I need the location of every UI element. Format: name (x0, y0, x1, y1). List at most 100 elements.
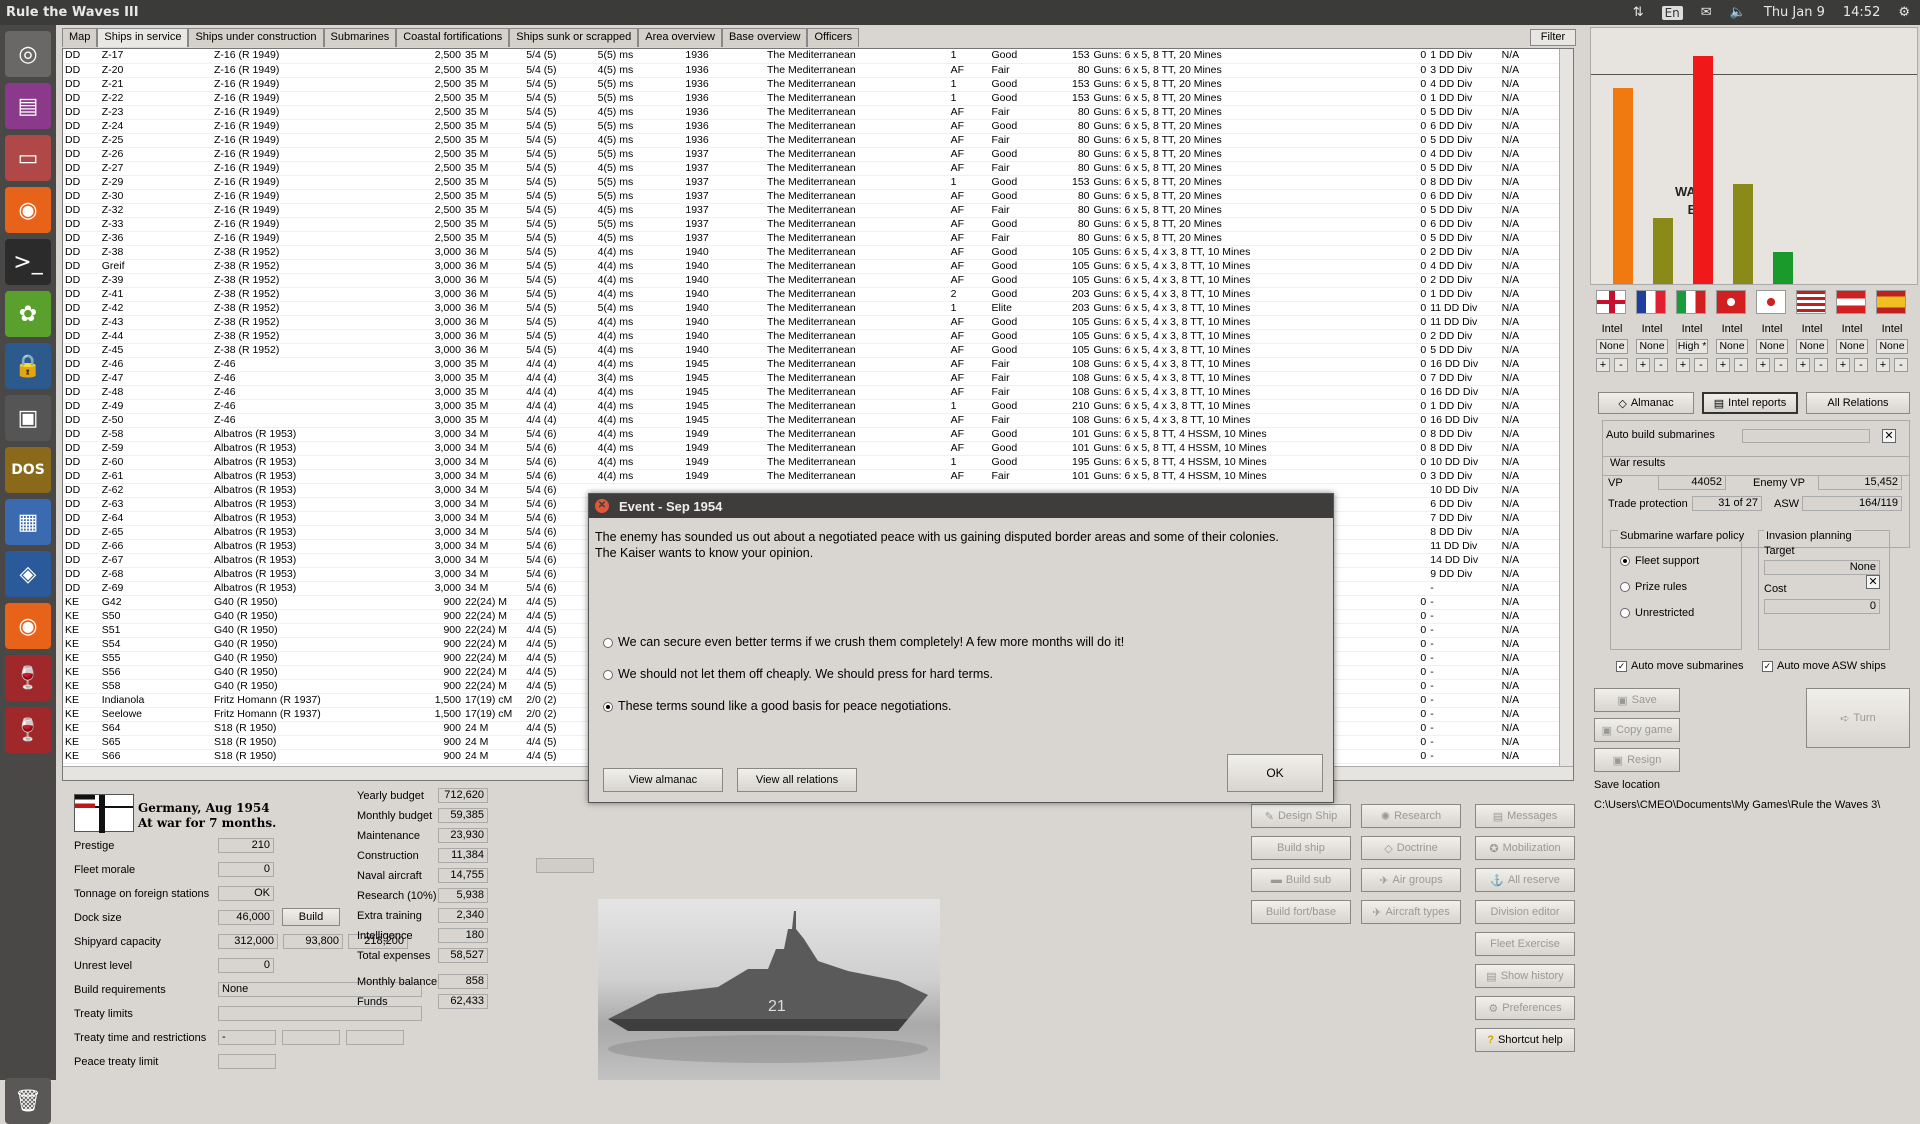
flag-austria-hungary[interactable] (1716, 290, 1746, 314)
option-crush-radio[interactable] (603, 637, 613, 648)
mobilization-button[interactable]: ✪ Mobilization (1475, 836, 1575, 860)
filter-button[interactable]: Filter (1530, 29, 1576, 46)
table-row[interactable]: DD Z-59 Albatros (R 1953) 3,000 34 M 5/4 (6) 4… (63, 441, 1561, 456)
wine-icon[interactable]: 🍷 (5, 655, 51, 701)
show-history-button[interactable]: ▤ Show history (1475, 964, 1575, 988)
tab-area-overview[interactable]: Area overview (638, 28, 722, 47)
table-row[interactable]: DD Z-47 Z-46 3,000 35 M 4/4 (4) 3(4) ms 1945 The… (63, 371, 1561, 386)
policy-unrestricted[interactable]: Unrestricted (1620, 607, 1694, 619)
clock-date[interactable]: Thu Jan 9 (1764, 5, 1825, 20)
fleet-exercise-button[interactable]: Fleet Exercise (1475, 932, 1575, 956)
view-all-relations-button[interactable]: View all relations (737, 768, 857, 792)
table-row[interactable]: DD Z-39 Z-38 (R 1952) 3,000 36 M 5/4 (5) 4(4) … (63, 273, 1561, 288)
trash-icon[interactable]: 🗑 (5, 1078, 51, 1124)
auto-move-asw[interactable]: ✓ Auto move ASW ships (1762, 660, 1886, 672)
document-icon[interactable]: ▦ (5, 499, 51, 545)
build-fort-button[interactable]: Build fort/base (1251, 900, 1351, 924)
intel-plus-button[interactable]: + (1636, 358, 1650, 372)
lock-icon[interactable]: 🔒 (5, 343, 51, 389)
policy-prize-rules-radio[interactable] (1620, 582, 1630, 593)
intel-minus-button[interactable]: - (1894, 358, 1908, 372)
table-row[interactable]: DD Z-43 Z-38 (R 1952) 3,000 36 M 5/4 (5) 4(4) … (63, 315, 1561, 330)
table-row[interactable]: DD Z-27 Z-16 (R 1949) 2,500 35 M 5/4 (5) 4(5) … (63, 161, 1561, 176)
file-manager-icon[interactable]: ▭ (5, 135, 51, 181)
table-row[interactable]: DD Z-26 Z-16 (R 1949) 2,500 35 M 5/4 (5) 5(5) … (63, 147, 1561, 162)
tab-ships-sunk[interactable]: Ships sunk or scrapped (509, 28, 639, 47)
build-ship-button[interactable]: Build ship (1251, 836, 1351, 860)
intel-minus-button[interactable]: - (1814, 358, 1828, 372)
intel-plus-button[interactable]: + (1676, 358, 1690, 372)
window-icon[interactable]: ▣ (5, 395, 51, 441)
shortcut-help-button[interactable]: ? Shortcut help (1475, 1028, 1575, 1052)
intel-reports-button[interactable]: ▤ Intel reports (1702, 392, 1798, 414)
flag-japan[interactable] (1756, 290, 1786, 314)
intel-minus-button[interactable]: - (1614, 358, 1628, 372)
aircraft-types-button[interactable]: ✈ Aircraft types (1361, 900, 1461, 924)
almanac-button[interactable]: ◇ Almanac (1598, 392, 1694, 414)
division-editor-button[interactable]: Division editor (1475, 900, 1575, 924)
table-row[interactable]: DD Z-25 Z-16 (R 1949) 2,500 35 M 5/4 (5) 4(5) … (63, 133, 1561, 148)
table-row[interactable]: DD Z-30 Z-16 (R 1949) 2,500 35 M 5/4 (5) 5(5) … (63, 189, 1561, 204)
table-row[interactable]: DD Z-23 Z-16 (R 1949) 2,500 35 M 5/4 (5) 4(5) … (63, 105, 1561, 120)
table-row[interactable]: DD Z-60 Albatros (R 1953) 3,000 34 M 5/4 (6) 4… (63, 455, 1561, 470)
resign-button[interactable]: ▣ Resign (1594, 748, 1680, 772)
virtualbox-icon[interactable]: ◈ (5, 551, 51, 597)
table-row[interactable]: DD Z-33 Z-16 (R 1949) 2,500 35 M 5/4 (5) 5(5) … (63, 217, 1561, 232)
view-almanac-button[interactable]: View almanac (603, 768, 723, 792)
table-row[interactable]: DD Z-22 Z-16 (R 1949) 2,500 35 M 5/4 (5) 5(5) … (63, 91, 1561, 106)
table-row[interactable]: DD Z-46 Z-46 3,000 35 M 4/4 (4) 4(4) ms 1945 The… (63, 357, 1561, 372)
table-row[interactable]: DD Z-36 Z-16 (R 1949) 2,500 35 M 5/4 (5) 4(5) … (63, 231, 1561, 246)
table-row[interactable]: DD Z-50 Z-46 3,000 35 M 4/4 (4) 4(4) ms 1945 The… (63, 413, 1561, 428)
flag-italy[interactable] (1676, 290, 1706, 314)
air-groups-button[interactable]: ✈ Air groups (1361, 868, 1461, 892)
gear-icon[interactable]: ⚙ (1898, 5, 1910, 20)
flag-austria[interactable] (1836, 290, 1866, 314)
dialog-option-peace[interactable]: These terms sound like a good basis for … (603, 699, 952, 713)
intel-plus-button[interactable]: + (1596, 358, 1610, 372)
table-row[interactable]: DD Z-29 Z-16 (R 1949) 2,500 35 M 5/4 (5) 5(5) … (63, 175, 1561, 190)
table-row[interactable]: DD Z-58 Albatros (R 1953) 3,000 34 M 5/4 (6) 4… (63, 427, 1561, 442)
photos-icon[interactable]: ✿ (5, 291, 51, 337)
flag-france[interactable] (1636, 290, 1666, 314)
build-dock-button[interactable]: Build (282, 908, 340, 926)
tab-ships-under-construction[interactable]: Ships under construction (188, 28, 324, 47)
table-row[interactable]: DD Z-45 Z-38 (R 1952) 3,000 36 M 5/4 (5) 4(4) … (63, 343, 1561, 358)
tab-base-overview[interactable]: Base overview (721, 28, 808, 47)
flag-uk[interactable] (1596, 290, 1626, 314)
intel-minus-button[interactable]: - (1854, 358, 1868, 372)
table-row[interactable]: DD Z-49 Z-46 3,000 35 M 4/4 (4) 4(4) ms 1945 The… (63, 399, 1561, 414)
messages-button[interactable]: ▤ Messages (1475, 804, 1575, 828)
ok-button[interactable]: OK (1227, 754, 1323, 792)
table-row[interactable]: DD Z-17 Z-16 (R 1949) 2,500 35 M 5/4 (5) 5(5) … (63, 49, 1561, 64)
volume-icon[interactable]: 🔈 (1730, 5, 1746, 20)
table-row[interactable]: DD Z-38 Z-38 (R 1952) 3,000 36 M 5/4 (5) 4(4) … (63, 245, 1561, 260)
table-row[interactable]: DD Greif Z-38 (R 1952) 3,000 36 M 5/4 (5) 4(4)… (63, 259, 1561, 274)
intel-minus-button[interactable]: - (1774, 358, 1788, 372)
tab-map[interactable]: Map (62, 28, 98, 47)
network-icon[interactable]: ⇅ (1633, 5, 1644, 20)
table-row[interactable]: DD Z-44 Z-38 (R 1952) 3,000 36 M 5/4 (5) 4(4) … (63, 329, 1561, 344)
intel-plus-button[interactable]: + (1836, 358, 1850, 372)
tab-officers[interactable]: Officers (807, 28, 860, 47)
policy-fleet-support-radio[interactable] (1620, 556, 1630, 567)
intel-plus-button[interactable]: + (1796, 358, 1810, 372)
table-row[interactable]: DD Z-41 Z-38 (R 1952) 3,000 36 M 5/4 (5) 4(4) … (63, 287, 1561, 302)
table-row[interactable]: DD Z-48 Z-46 3,000 35 M 4/4 (4) 4(4) ms 1945 The… (63, 385, 1561, 400)
research-button[interactable]: ✺ Research (1361, 804, 1461, 828)
intel-plus-button[interactable]: + (1876, 358, 1890, 372)
table-row[interactable]: DD Z-21 Z-16 (R 1949) 2,500 35 M 5/4 (5) 5(5) … (63, 77, 1561, 92)
option-peace-radio[interactable] (603, 701, 613, 712)
firefox-icon[interactable]: ◉ (5, 187, 51, 233)
policy-fleet-support[interactable]: Fleet support (1620, 555, 1699, 567)
dialog-option-hard-terms[interactable]: We should not let them off cheaply. We s… (603, 667, 993, 681)
preferences-button[interactable]: ⚙ Preferences (1475, 996, 1575, 1020)
table-row[interactable]: DD Z-32 Z-16 (R 1949) 2,500 35 M 5/4 (5) 4(5) … (63, 203, 1561, 218)
wine-alt-icon[interactable]: 🍷 (5, 707, 51, 753)
policy-prize-rules[interactable]: Prize rules (1620, 581, 1687, 593)
option-hard-terms-radio[interactable] (603, 669, 613, 680)
keyboard-language[interactable]: En (1661, 5, 1683, 20)
target-clear-button[interactable]: ✕ (1866, 575, 1880, 589)
dosbox-icon[interactable]: DOS (5, 447, 51, 493)
intel-minus-button[interactable]: - (1734, 358, 1748, 372)
doctrine-button[interactable]: ◇ Doctrine (1361, 836, 1461, 860)
